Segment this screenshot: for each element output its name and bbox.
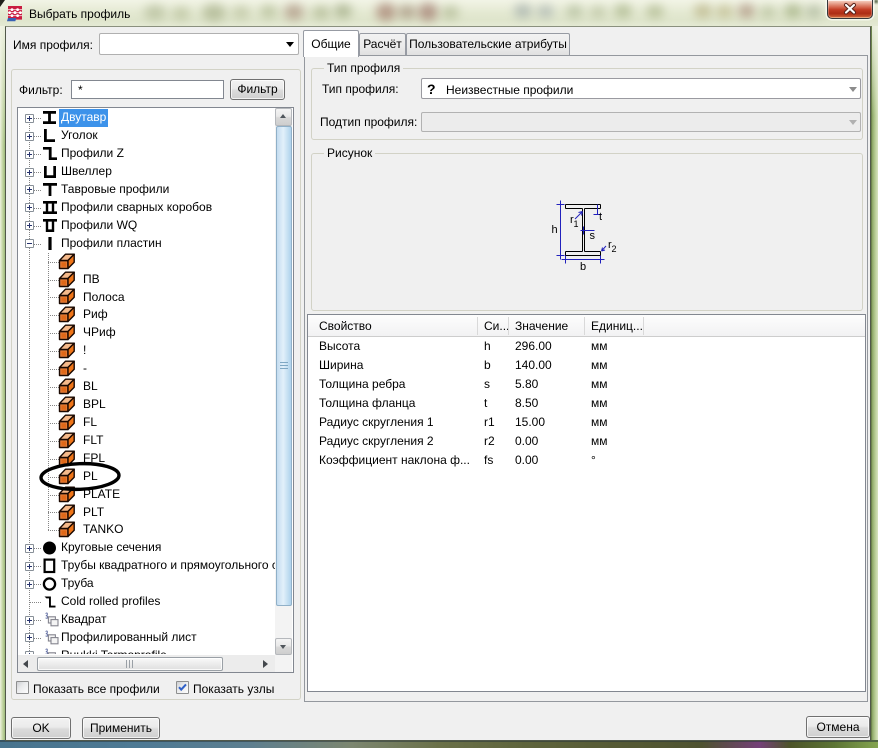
svg-text:2: 2 (612, 244, 617, 254)
svg-text:h: h (552, 224, 558, 236)
svg-text:s: s (590, 230, 596, 242)
svg-text:b: b (580, 261, 586, 273)
svg-text:1: 1 (574, 219, 579, 229)
svg-text:t: t (599, 211, 602, 223)
